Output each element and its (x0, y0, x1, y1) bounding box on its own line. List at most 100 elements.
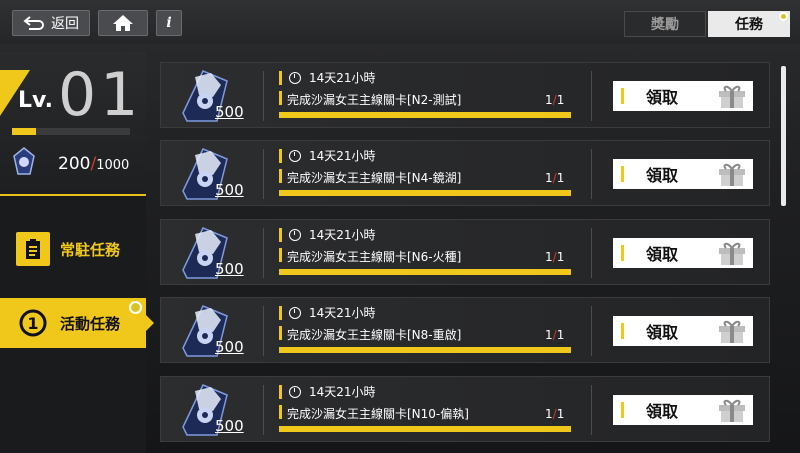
progress-total: 1 (556, 93, 565, 107)
claim-label: 領取 (646, 88, 679, 107)
mission-description: 完成沙漏女王主線關卡[N6-火種] (287, 250, 462, 264)
mission-progress: 1/1 (545, 328, 564, 342)
mission-row: 500 14天21小時 完成沙漏女王主線關卡[N4-鏡湖] 1/1 領取 (160, 140, 770, 206)
back-button[interactable]: 返回 (12, 10, 90, 36)
stamina-icon (13, 147, 35, 175)
tab-rewards-label: 獎勵 (651, 17, 679, 33)
claim-label: 領取 (646, 402, 679, 421)
claim-accent (621, 323, 624, 339)
sidebar-item-label: 活動任務 (60, 314, 121, 333)
clock-icon (289, 228, 301, 241)
progress-total: 1 (556, 171, 565, 185)
timer-accent (279, 149, 282, 163)
mission-progress: 1/1 (545, 407, 564, 421)
mission-row: 500 14天21小時 完成沙漏女王主線關卡[N10-偏執] 1/1 領取 (160, 376, 770, 442)
timer-accent (279, 306, 282, 320)
level-prefix: Lv. (18, 88, 53, 113)
gift-icon (719, 399, 745, 422)
timer-text: 14天21小時 (309, 71, 376, 85)
scrollbar[interactable] (781, 66, 786, 206)
divider (591, 149, 592, 199)
stamina-max: 1000 (96, 158, 130, 173)
claim-label: 領取 (646, 245, 679, 264)
claim-button[interactable]: 領取 (613, 395, 753, 425)
progress-total: 1 (556, 250, 565, 264)
divider (591, 385, 592, 435)
sidebar-item-regular-missions[interactable]: 常駐任務 (0, 224, 146, 274)
claim-button[interactable]: 領取 (613, 238, 753, 268)
timer-text: 14天21小時 (309, 306, 376, 320)
divider (591, 306, 592, 356)
progress-bar (279, 269, 571, 275)
timer-accent (279, 71, 282, 85)
xp-bar (12, 128, 130, 135)
gift-icon (719, 163, 745, 186)
divider (263, 71, 264, 121)
notification-dot (129, 301, 142, 314)
mission-progress: 1/1 (545, 171, 564, 185)
back-arrow-icon (23, 16, 44, 30)
clock-icon (289, 71, 301, 84)
home-button[interactable] (98, 10, 148, 36)
claim-accent (621, 166, 624, 182)
divider (263, 306, 264, 356)
progress-bar (279, 426, 571, 432)
sidebar-item-event-missions[interactable]: 1 活動任務 (0, 298, 154, 348)
divider (591, 228, 592, 278)
desc-accent (279, 326, 282, 340)
mission-row: 500 14天21小時 完成沙漏女王主線關卡[N6-火種] 1/1 領取 (160, 219, 770, 285)
progress-current: 1 (545, 407, 553, 421)
stamina-value: 200 (58, 154, 91, 174)
timer: 14天21小時 (289, 69, 376, 86)
tab-rewards[interactable]: 獎勵 (624, 11, 706, 37)
reward-amount: 500 (215, 103, 244, 121)
timer: 14天21小時 (289, 226, 376, 243)
reward-amount: 500 (215, 181, 244, 199)
progress-bar (279, 112, 571, 118)
desc-accent (279, 248, 282, 262)
mission-description: 完成沙漏女王主線關卡[N8-重啟] (287, 328, 462, 342)
mission-list[interactable]: 500 14天21小時 完成沙漏女王主線關卡[N2-測試] 1/1 領取 500… (160, 62, 770, 453)
mission-description: 完成沙漏女王主線關卡[N4-鏡湖] (287, 171, 462, 185)
progress-total: 1 (556, 328, 565, 342)
desc-accent (279, 91, 282, 105)
divider (263, 385, 264, 435)
claim-label: 領取 (646, 323, 679, 342)
mission-progress: 1/1 (545, 93, 564, 107)
tab-missions-label: 任務 (735, 17, 763, 33)
claim-accent (621, 402, 624, 418)
mission-progress: 1/1 (545, 250, 564, 264)
desc-accent (279, 169, 282, 183)
notification-dot (779, 12, 788, 21)
claim-button[interactable]: 領取 (613, 81, 753, 111)
mission-row: 500 14天21小時 完成沙漏女王主線關卡[N8-重啟] 1/1 領取 (160, 297, 770, 363)
claim-accent (621, 88, 624, 104)
timer: 14天21小時 (289, 304, 376, 321)
claim-button[interactable]: 領取 (613, 159, 753, 189)
timer: 14天21小時 (289, 383, 376, 400)
sidebar-item-label: 常駐任務 (60, 240, 121, 259)
progress-current: 1 (545, 93, 553, 107)
timer-text: 14天21小時 (309, 385, 376, 399)
clock-icon (289, 306, 301, 319)
claim-button[interactable]: 領取 (613, 316, 753, 346)
divider (591, 71, 592, 121)
reward-amount: 500 (215, 260, 244, 278)
progress-bar (279, 347, 571, 353)
top-bar: 返回 i 獎勵 任務 (0, 0, 800, 44)
timer-accent (279, 385, 282, 399)
gift-icon (719, 85, 745, 108)
active-pointer (146, 315, 154, 331)
divider (263, 149, 264, 199)
timer: 14天21小時 (289, 147, 376, 164)
gift-icon (719, 242, 745, 265)
info-button[interactable]: i (156, 10, 182, 36)
tab-missions[interactable]: 任務 (708, 11, 790, 37)
mission-description: 完成沙漏女王主線關卡[N10-偏執] (287, 407, 469, 421)
claim-accent (621, 245, 624, 261)
desc-accent (279, 405, 282, 419)
mission-description: 完成沙漏女王主線關卡[N2-測試] (287, 93, 462, 107)
divider (263, 228, 264, 278)
home-icon (113, 15, 133, 31)
progress-bar (279, 190, 571, 196)
